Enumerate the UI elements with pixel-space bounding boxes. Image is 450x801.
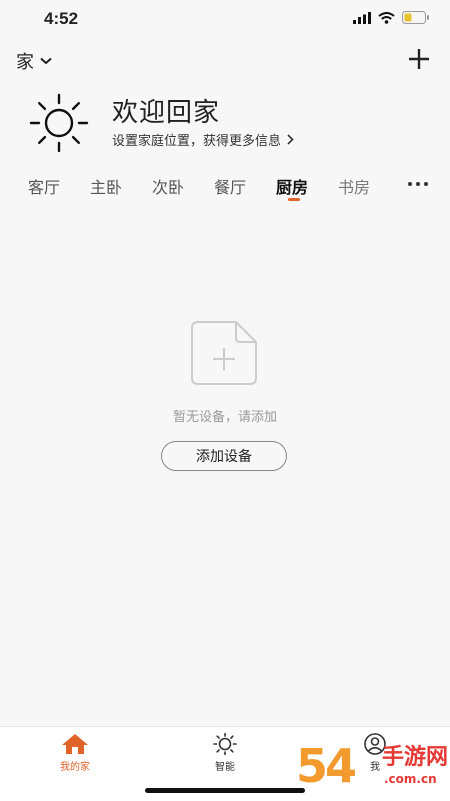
tab-living-room[interactable]: 客厅 <box>28 174 60 198</box>
add-file-icon <box>191 321 257 385</box>
location-link-label: 设置家庭位置，获得更多信息 <box>112 134 282 149</box>
home-selector-label: 家 <box>16 52 34 73</box>
watermark-number: 54 <box>296 739 357 793</box>
nav-label-my-home: 我的家 <box>60 762 90 773</box>
tab-second-bedroom[interactable]: 次卧 <box>152 174 184 198</box>
sun-icon <box>213 733 237 755</box>
status-bar: 4:52 <box>0 0 450 40</box>
signal-icon <box>353 11 371 24</box>
chevron-right-icon <box>287 134 294 145</box>
empty-message: 暂无设备，请添加 <box>172 410 277 425</box>
watermark-logo: 54 手游网 .com.cn <box>296 740 448 798</box>
header: 家 <box>0 44 450 74</box>
sun-icon <box>29 93 89 153</box>
status-time: 4:52 <box>44 9 79 28</box>
chevron-down-icon <box>40 57 52 65</box>
add-button[interactable] <box>406 46 432 72</box>
tab-kitchen[interactable]: 厨房 <box>276 174 308 198</box>
battery-icon <box>402 11 429 24</box>
status-icons <box>353 11 430 24</box>
wifi-icon <box>378 11 395 24</box>
more-icon[interactable] <box>406 176 430 192</box>
welcome-section: 欢迎回家 设置家庭位置，获得更多信息 <box>28 92 428 154</box>
add-device-button[interactable]: 添加设备 <box>161 441 287 471</box>
watermark-title: 手游网 <box>382 745 449 770</box>
watermark-domain: .com.cn <box>384 772 437 786</box>
location-link[interactable]: 设置家庭位置，获得更多信息 <box>112 130 294 149</box>
welcome-title: 欢迎回家 <box>112 98 221 128</box>
nav-my-home[interactable]: 我的家 <box>35 733 115 773</box>
nav-label-smart: 智能 <box>215 762 235 773</box>
tab-study[interactable]: 书房 <box>338 174 370 198</box>
home-icon <box>62 734 88 754</box>
home-selector[interactable]: 家 <box>16 48 52 74</box>
tab-dining-room[interactable]: 餐厅 <box>214 174 246 198</box>
home-indicator <box>145 788 305 793</box>
room-tabs: 客厅 主卧 次卧 餐厅 厨房 书房 <box>0 172 450 208</box>
tab-master-bedroom[interactable]: 主卧 <box>90 174 122 198</box>
nav-smart[interactable]: 智能 <box>185 733 265 773</box>
active-tab-indicator <box>288 198 300 201</box>
